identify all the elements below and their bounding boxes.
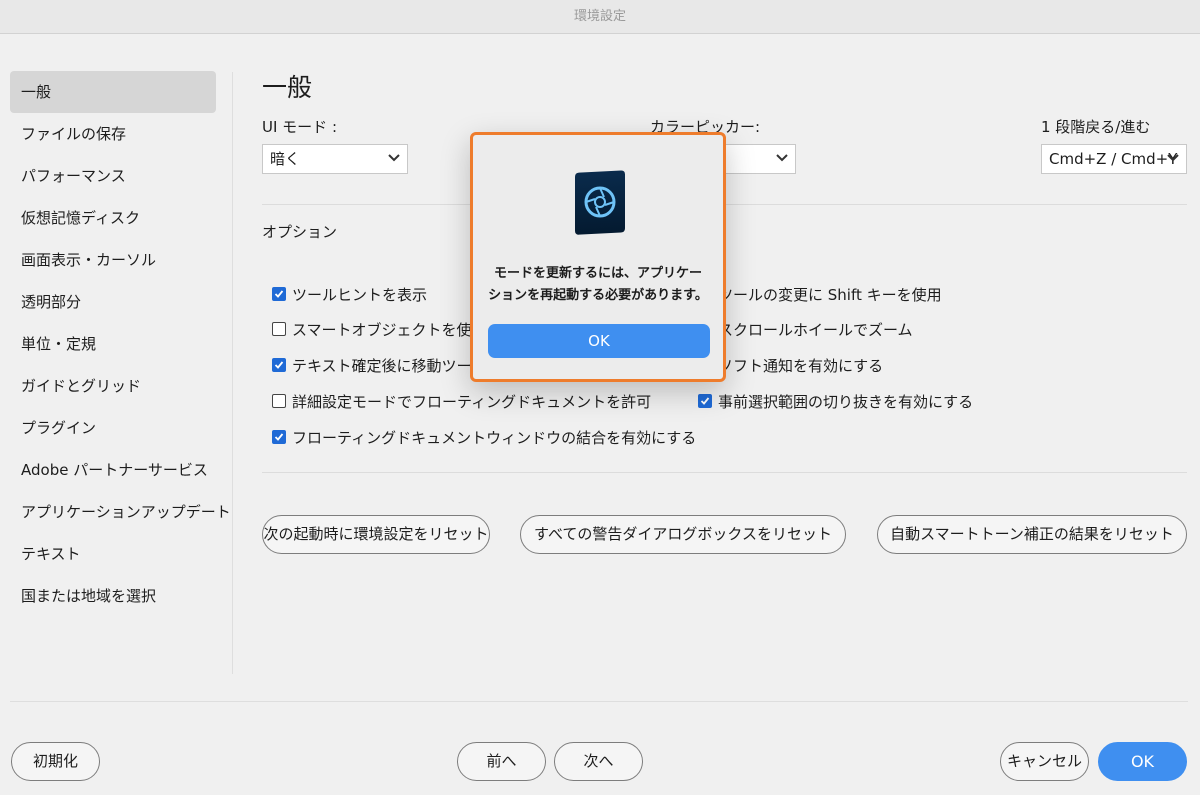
checkbox-checked-icon[interactable]: [272, 358, 286, 372]
option-label: スクロールホイールでズーム: [718, 320, 913, 339]
sidebar-item-plugins[interactable]: プラグイン: [10, 407, 216, 449]
restart-required-dialog: モードを更新するには、アプリケー ションを再起動する必要があります。 OK: [470, 132, 726, 382]
sidebar-item-display-cursors[interactable]: 画面表示・カーソル: [10, 239, 216, 281]
sidebar-item-country-region[interactable]: 国または地域を選択: [10, 575, 216, 617]
footer-divider: [10, 701, 1188, 702]
option-show-tooltips[interactable]: ツールヒントを表示: [272, 283, 427, 305]
sidebar-item-saving-files[interactable]: ファイルの保存: [10, 113, 216, 155]
reset-warning-dialogs-button[interactable]: すべての警告ダイアログボックスをリセット: [520, 515, 846, 554]
sidebar: 一般 ファイルの保存 パフォーマンス 仮想記憶ディスク 画面表示・カーソル 透明…: [10, 71, 231, 617]
option-label: フローティングドキュメントウィンドウの結合を有効にする: [292, 428, 697, 447]
checkbox-checked-icon[interactable]: [698, 394, 712, 408]
sidebar-item-application-updates[interactable]: アプリケーションアップデート: [10, 491, 231, 533]
checkbox-checked-icon[interactable]: [272, 287, 286, 301]
sidebar-item-scratch-disks[interactable]: 仮想記憶ディスク: [10, 197, 216, 239]
next-button[interactable]: 次へ: [554, 742, 643, 781]
checkbox-checked-icon[interactable]: [272, 430, 286, 444]
sidebar-item-performance[interactable]: パフォーマンス: [10, 155, 216, 197]
cancel-button[interactable]: キャンセル: [1000, 742, 1089, 781]
preferences-window: 環境設定 一般 ファイルの保存 パフォーマンス 仮想記憶ディスク 画面表示・カー…: [0, 0, 1200, 795]
section-divider: [262, 472, 1187, 473]
option-allow-floating-documents[interactable]: 詳細設定モードでフローティングドキュメントを許可: [272, 390, 651, 412]
chevron-down-icon: [386, 145, 402, 173]
sidebar-item-guides-grid[interactable]: ガイドとグリッド: [10, 365, 216, 407]
option-shift-key-tool-switch[interactable]: ツールの変更に Shift キーを使用: [698, 283, 942, 305]
dialog-message: モードを更新するには、アプリケー ションを再起動する必要があります。: [485, 263, 711, 307]
sidebar-divider: [232, 72, 233, 674]
sidebar-item-transparency[interactable]: 透明部分: [10, 281, 216, 323]
sidebar-item-type[interactable]: テキスト: [10, 533, 216, 575]
reset-preferences-on-launch-button[interactable]: 次の起動時に環境設定をリセット: [262, 515, 490, 554]
option-zoom-with-scroll-wheel[interactable]: スクロールホイールでズーム: [698, 318, 913, 340]
ui-mode-select[interactable]: 暗く: [262, 144, 408, 174]
option-label: ツールヒントを表示: [292, 285, 428, 304]
ok-button[interactable]: OK: [1098, 742, 1187, 781]
previous-button[interactable]: 前へ: [457, 742, 546, 781]
reset-defaults-button[interactable]: 初期化: [11, 742, 100, 781]
sidebar-item-units-rulers[interactable]: 単位・定規: [10, 323, 216, 365]
dialog-message-line: ションを再起動する必要があります。: [488, 288, 708, 303]
sidebar-item-adobe-partner-services[interactable]: Adobe パートナーサービス: [10, 449, 216, 491]
option-enable-floating-docking[interactable]: フローティングドキュメントウィンドウの結合を有効にする: [272, 426, 696, 448]
checkbox-unchecked-icon[interactable]: [272, 394, 286, 408]
option-label: 詳細設定モードでフローティングドキュメントを許可: [292, 392, 652, 411]
undo-redo-value: Cmd+Z / Cmd+Y: [1049, 150, 1178, 168]
option-label: 事前選択範囲の切り抜きを有効にする: [718, 392, 974, 411]
option-label: ソフト通知を有効にする: [718, 356, 884, 375]
option-move-tool-after-commit[interactable]: テキスト確定後に移動ツール: [272, 354, 487, 376]
option-label: スマートオブジェクトを使用: [292, 320, 487, 339]
undo-redo-select[interactable]: Cmd+Z / Cmd+Y: [1041, 144, 1187, 174]
sidebar-item-general[interactable]: 一般: [10, 71, 216, 113]
page-title: 一般: [262, 73, 313, 102]
options-title: オプション: [262, 223, 338, 241]
chevron-down-icon: [1165, 145, 1181, 173]
ui-mode-label: UI モード :: [262, 118, 337, 136]
chevron-down-icon: [774, 145, 790, 173]
reset-smart-tone-button[interactable]: 自動スマートトーン補正の結果をリセット: [877, 515, 1187, 554]
photoshop-elements-icon: [573, 169, 627, 235]
option-label: テキスト確定後に移動ツール: [292, 356, 487, 375]
dialog-message-line: モードを更新するには、アプリケー: [493, 266, 702, 281]
undo-redo-label: 1 段階戻る/進む: [1041, 118, 1151, 136]
option-use-smart-objects[interactable]: スマートオブジェクトを使用: [272, 318, 487, 340]
dialog-ok-button[interactable]: OK: [488, 324, 710, 358]
checkbox-unchecked-icon[interactable]: [272, 322, 286, 336]
option-label: ツールの変更に Shift キーを使用: [718, 285, 942, 304]
option-preselection-crop[interactable]: 事前選択範囲の切り抜きを有効にする: [698, 390, 973, 412]
ui-mode-value: 暗く: [270, 150, 301, 168]
general-panel: 一般 UI モード : 暗く カラーピッカー: 1 段階戻る/進む Cmd+Z …: [262, 0, 1192, 700]
